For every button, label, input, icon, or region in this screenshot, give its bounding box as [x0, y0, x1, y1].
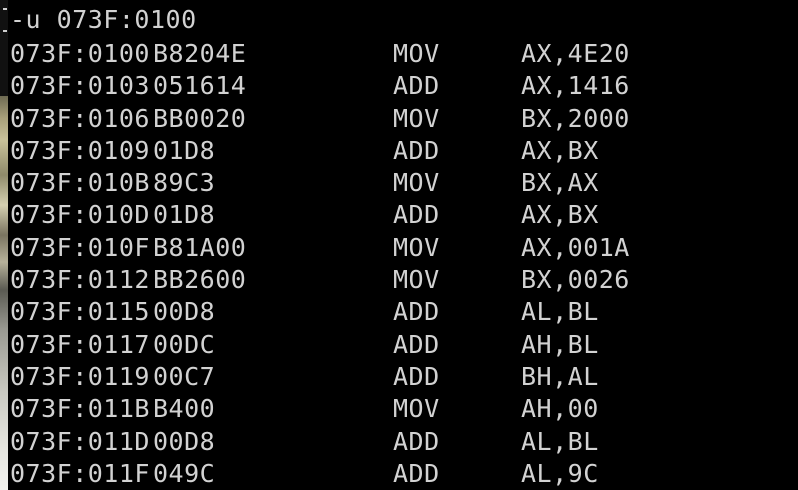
separator-mark	[3, 8, 7, 10]
address-cell: 073F:0117	[10, 329, 150, 359]
operands-cell: BX,2000	[521, 103, 630, 133]
mnemonic-cell: MOV	[393, 265, 440, 295]
operands-cell: BX,AX	[521, 168, 599, 198]
disassembly-row: 073F:0100 B8204E MOV AX,4E20	[10, 38, 629, 70]
disassembly-row: 073F:0117 00DC ADD AH,BL	[10, 329, 598, 361]
disassembly-row: 073F:011B B400 MOV AH,00	[10, 393, 598, 425]
debug-console-window[interactable]: -u 073F:0100 073F:0100 B8204E MOV AX,4E20 07…	[0, 0, 798, 490]
disassembly-row: 073F:0119 00C7 ADD BH,AL	[10, 361, 598, 393]
address-cell: 073F:011B	[10, 394, 150, 424]
operands-cell: AX,4E20	[521, 39, 630, 68]
bytes-cell: BB2600	[153, 265, 247, 295]
mnemonic-cell: ADD	[393, 71, 440, 101]
bytes-cell: 01D8	[153, 200, 216, 230]
operands-cell: AX,BX	[521, 135, 599, 165]
mnemonic-cell: ADD	[393, 329, 440, 359]
mnemonic-cell: MOV	[393, 103, 440, 133]
bytes-cell: 00DC	[153, 329, 216, 359]
disassembly-row: 073F:0115 00D8 ADD AL,BL	[10, 296, 598, 328]
address-cell: 073F:0119	[10, 361, 150, 391]
bytes-cell: B81A00	[153, 232, 247, 262]
mnemonic-cell: MOV	[393, 394, 440, 424]
disassembly-listing: 073F:0100 B8204E MOV AX,4E20 073F:0103 051614…	[10, 38, 629, 490]
address-cell: 073F:0106	[10, 103, 150, 133]
mnemonic-cell: MOV	[393, 232, 440, 262]
operands-cell: BX,0026	[521, 265, 630, 295]
address-cell: 073F:0112	[10, 265, 150, 295]
disassembly-row: 073F:010D 01D8 ADD AX,BX	[10, 199, 598, 231]
disassembly-row: 073F:0109 01D8 ADD AX,BX	[10, 135, 598, 167]
address-cell: 073F:0115	[10, 297, 150, 327]
mnemonic-cell: ADD	[393, 426, 440, 456]
command-line: -u 073F:0100	[10, 5, 197, 34]
address-cell: 073F:010D	[10, 200, 150, 230]
separator-mark	[3, 30, 7, 32]
bytes-cell: 01D8	[153, 135, 216, 165]
operands-cell: AX,1416	[521, 71, 630, 101]
bytes-cell: 89C3	[153, 168, 216, 198]
operands-cell: AL,BL	[521, 297, 599, 327]
operands-cell: AX,BX	[521, 200, 599, 230]
operands-cell: BH,AL	[521, 361, 599, 391]
disassembly-row: 073F:0106 BB0020 MOV BX,2000	[10, 103, 629, 135]
mnemonic-cell: ADD	[393, 361, 440, 391]
address-cell: 073F:0103	[10, 71, 150, 101]
operands-cell: AH,00	[521, 394, 599, 424]
console-output[interactable]: -u 073F:0100 073F:0100 B8204E MOV AX,4E20 07…	[10, 4, 629, 490]
address-cell: 073F:011D	[10, 426, 150, 456]
mnemonic-cell: MOV	[393, 168, 440, 198]
mnemonic-cell: ADD	[393, 297, 440, 327]
bytes-cell: 051614	[153, 71, 247, 101]
address-cell: 073F:0109	[10, 135, 150, 165]
address-cell: 073F:0100	[10, 39, 150, 68]
mnemonic-cell: MOV	[393, 39, 440, 68]
bytes-cell: 00D8	[153, 426, 216, 456]
address-cell: 073F:010F	[10, 232, 150, 262]
operands-cell: AH,BL	[521, 329, 599, 359]
operands-cell: AL,BL	[521, 426, 599, 456]
mnemonic-cell: ADD	[393, 458, 440, 488]
bytes-cell: 00D8	[153, 297, 216, 327]
mnemonic-cell: ADD	[393, 135, 440, 165]
bytes-cell: B400	[153, 394, 216, 424]
bytes-cell: B8204E	[153, 39, 247, 68]
disassembly-row: 073F:0112 BB2600 MOV BX,0026	[10, 264, 629, 296]
mnemonic-cell: ADD	[393, 200, 440, 230]
bytes-cell: BB0020	[153, 103, 247, 133]
background-window-edge	[0, 0, 8, 490]
bytes-cell: 049C	[153, 458, 216, 488]
address-cell: 073F:010B	[10, 168, 150, 198]
disassembly-row: 073F:0103 051614 ADD AX,1416	[10, 70, 629, 102]
disassembly-row: 073F:010F B81A00 MOV AX,001A	[10, 232, 629, 264]
operands-cell: AL,9C	[521, 458, 599, 488]
bytes-cell: 00C7	[153, 361, 216, 391]
operands-cell: AX,001A	[521, 232, 630, 262]
disassembly-row: 073F:011F 049C ADD AL,9C	[10, 458, 598, 490]
disassembly-row: 073F:011D 00D8 ADD AL,BL	[10, 426, 598, 458]
address-cell: 073F:011F	[10, 458, 150, 488]
disassembly-row: 073F:010B 89C3 MOV BX,AX	[10, 167, 598, 199]
